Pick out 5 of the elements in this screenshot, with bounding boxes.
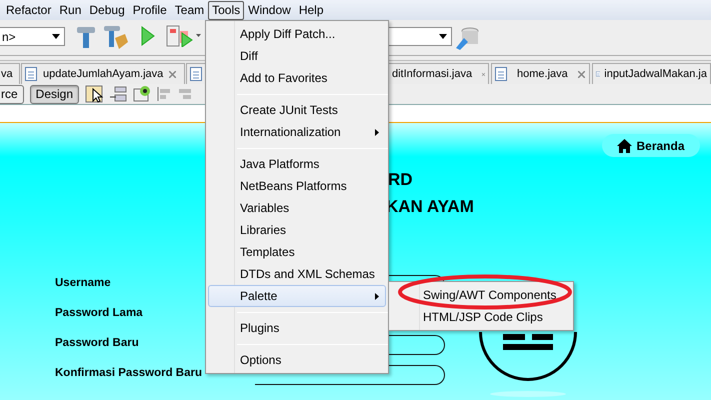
field-label: Password Lama — [55, 306, 143, 321]
field-label: Password Baru — [55, 336, 139, 351]
field-label: Username — [55, 276, 111, 291]
field-label: Konfirmasi Password Baru — [55, 366, 202, 381]
form-title: RD — [388, 169, 413, 191]
